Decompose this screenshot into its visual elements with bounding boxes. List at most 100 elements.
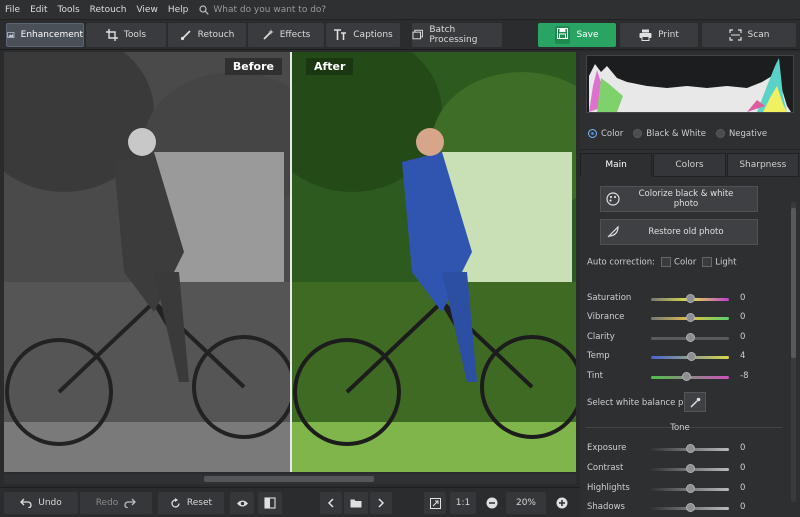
open-folder-button[interactable]: [344, 492, 368, 514]
menu-view[interactable]: View: [131, 5, 162, 15]
print-label: Print: [658, 30, 679, 40]
batch-icon: [412, 29, 423, 40]
slider-knob[interactable]: [685, 333, 695, 342]
saturation-slider[interactable]: [651, 294, 729, 303]
save-icon: [555, 26, 571, 44]
slider-knob[interactable]: [687, 352, 697, 361]
zoom-out-icon: [486, 497, 498, 509]
restore-button[interactable]: Restore old photo: [600, 219, 758, 245]
photo-canvas[interactable]: Before After: [4, 52, 576, 472]
radio-negative-label: Negative: [728, 128, 768, 139]
shadows-value: 0: [740, 502, 746, 512]
enhancement-label: Enhancement: [20, 30, 83, 40]
batch-label: Batch Processing: [429, 25, 478, 45]
radio-black-white[interactable]: Black & White: [633, 129, 706, 139]
undo-button[interactable]: Undo: [4, 492, 78, 514]
redo-icon: [124, 498, 137, 508]
colorize-button[interactable]: Colorize black & white photo: [600, 186, 758, 212]
retouch-label: Retouch: [197, 30, 235, 40]
panel-scrollbar-thumb[interactable]: [791, 208, 796, 358]
print-button[interactable]: Print: [620, 23, 698, 47]
radio-negative[interactable]: Negative: [715, 128, 768, 139]
adjustments-panel: Color Black & White Negative Main Colors…: [580, 52, 800, 517]
contrast-value: 0: [740, 463, 746, 473]
slider-knob[interactable]: [685, 503, 695, 512]
zoom-out-button[interactable]: [482, 492, 502, 514]
save-button[interactable]: Save: [538, 23, 616, 47]
colorize-label: Colorize black & white photo: [638, 189, 734, 209]
menu-edit[interactable]: Edit: [25, 5, 52, 15]
scan-icon: [728, 29, 742, 41]
radio-color[interactable]: Color: [588, 129, 623, 139]
zoom-level-field[interactable]: 20%: [506, 492, 546, 514]
scrollbar-thumb[interactable]: [204, 476, 374, 482]
enhancement-tab[interactable]: Enhancement: [6, 23, 84, 47]
fit-screen-button[interactable]: [424, 492, 446, 514]
radio-dot: [633, 129, 643, 138]
highlights-slider[interactable]: [651, 484, 729, 493]
slider-knob[interactable]: [685, 294, 695, 303]
folder-icon: [350, 499, 362, 508]
menu-tools[interactable]: Tools: [53, 5, 85, 15]
slider-knob[interactable]: [685, 484, 695, 493]
enhancement-icon: [7, 32, 15, 38]
redo-button[interactable]: Redo: [80, 492, 152, 514]
actual-size-button[interactable]: 1:1: [450, 492, 476, 514]
highlights-value: 0: [740, 483, 746, 493]
batch-processing-button[interactable]: Batch Processing: [412, 23, 502, 47]
retouch-tab[interactable]: Retouch: [168, 23, 246, 47]
scan-label: Scan: [747, 30, 770, 40]
palette-icon: [601, 192, 625, 206]
saturation-value: 0: [740, 293, 746, 303]
magic-wand-icon: [263, 29, 274, 40]
crop-icon: [105, 29, 118, 41]
previous-photo-button[interactable]: [320, 492, 342, 514]
exposure-slider[interactable]: [651, 444, 729, 453]
zoom-in-button[interactable]: [552, 492, 572, 514]
contrast-slider[interactable]: [651, 464, 729, 473]
scan-button[interactable]: Scan: [702, 23, 796, 47]
after-photo-illustration: [292, 52, 576, 472]
reset-icon: [171, 497, 180, 508]
reset-button[interactable]: Reset: [158, 492, 224, 514]
printer-icon: [639, 29, 652, 41]
save-label: Save: [576, 30, 599, 40]
compare-view-button[interactable]: [258, 492, 282, 514]
auto-color-label: Color: [674, 257, 697, 268]
eye-icon: [236, 500, 248, 506]
undo-label: Undo: [38, 498, 62, 508]
horizontal-scrollbar[interactable]: [4, 474, 576, 484]
temp-slider[interactable]: [651, 352, 729, 361]
actual-size-label: 1:1: [455, 498, 471, 508]
preview-toggle-button[interactable]: [230, 492, 254, 514]
chevron-left-icon: [327, 498, 334, 508]
menu-retouch[interactable]: Retouch: [85, 5, 132, 15]
tint-value: -8: [740, 371, 749, 381]
vibrance-slider[interactable]: [651, 313, 729, 322]
shadows-slider[interactable]: [651, 503, 729, 512]
tab-sharpness[interactable]: Sharpness: [726, 153, 799, 177]
slider-knob[interactable]: [685, 313, 695, 322]
tools-tab[interactable]: Tools: [86, 23, 166, 47]
slider-knob[interactable]: [685, 444, 695, 453]
split-view-icon: [264, 497, 276, 509]
tint-slider[interactable]: [651, 372, 729, 381]
tab-colors[interactable]: Colors: [653, 153, 726, 177]
clarity-value: 0: [740, 332, 746, 342]
captions-tab[interactable]: Captions: [326, 23, 400, 47]
effects-label: Effects: [279, 30, 311, 40]
clarity-slider[interactable]: [651, 333, 729, 342]
slider-knob[interactable]: [685, 464, 695, 473]
menu-file[interactable]: File: [0, 5, 25, 15]
eyedropper-button[interactable]: [684, 392, 706, 412]
auto-color-checkbox[interactable]: [661, 257, 672, 267]
search-box[interactable]: What do you want to do?: [199, 5, 326, 15]
effects-tab[interactable]: Effects: [248, 23, 324, 47]
next-photo-button[interactable]: [370, 492, 392, 514]
tab-main[interactable]: Main: [580, 153, 653, 177]
auto-light-checkbox[interactable]: [702, 257, 713, 267]
reset-label: Reset: [186, 498, 213, 508]
search-placeholder: What do you want to do?: [213, 4, 327, 15]
menu-help[interactable]: Help: [163, 5, 194, 15]
tools-label: Tools: [123, 30, 147, 40]
